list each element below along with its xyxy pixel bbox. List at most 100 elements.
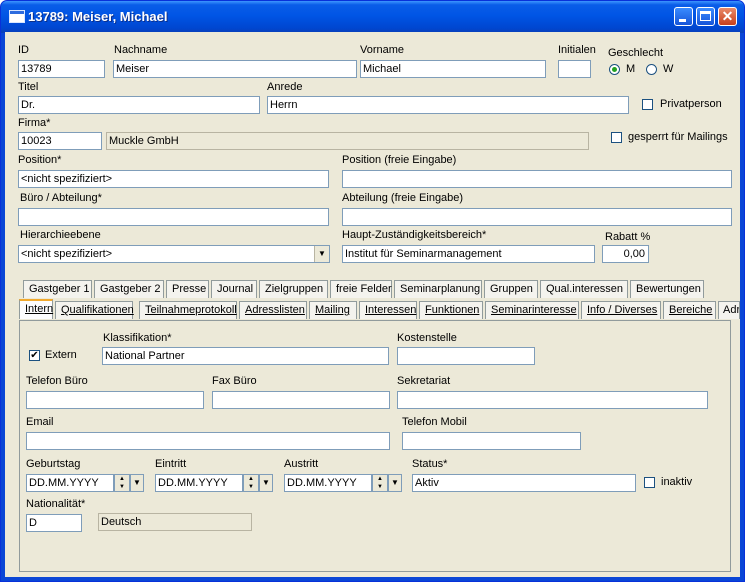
buero-label: Büro / Abteilung* (20, 192, 102, 204)
eintritt-field[interactable]: DD.MM.YYYY (155, 474, 243, 492)
tab-qualifikationen[interactable]: Qualifikationen (55, 301, 134, 319)
geburtstag-field[interactable]: DD.MM.YYYY (26, 474, 114, 492)
vorname-field[interactable]: Michael (360, 60, 546, 78)
tab-zielgruppen[interactable]: Zielgruppen (259, 280, 328, 298)
tab-seminarinteresse[interactable]: Seminarinteresse (485, 301, 579, 319)
austritt-field[interactable]: DD.MM.YYYY (284, 474, 372, 492)
close-icon: ✕ (721, 8, 734, 24)
telefon-buero-field[interactable] (26, 391, 204, 409)
vorname-label: Vorname (360, 44, 405, 56)
email-field[interactable] (26, 432, 390, 450)
spin-up-icon[interactable]: ▲ (373, 475, 387, 483)
eintritt-label: Eintritt (155, 458, 187, 470)
klassifikation-label: Klassifikation* (103, 332, 172, 344)
tab-bewertungen[interactable]: Bewertungen (630, 280, 704, 298)
tab-qual-interessen[interactable]: Qual.interessen (540, 280, 628, 298)
tab-teilnahmeprotokoll[interactable]: Teilnahmeprotokoll (139, 301, 237, 319)
spin-up-icon[interactable]: ▲ (115, 475, 129, 483)
email-label: Email (26, 416, 54, 428)
window-title: 13789: Meiser, Michael (28, 9, 168, 24)
maximize-button[interactable] (696, 7, 715, 26)
tab-gastgeber-1[interactable]: Gastgeber 1 (23, 280, 92, 298)
chevron-down-icon[interactable]: ▼ (130, 474, 144, 492)
nachname-field[interactable]: Meiser (113, 60, 357, 78)
nationalitaet-label: Nationalität* (26, 498, 86, 510)
status-field[interactable]: Aktiv (412, 474, 636, 492)
geschlecht-w-radio[interactable] (646, 64, 657, 75)
geschlecht-m-radio[interactable] (609, 64, 620, 75)
nationalitaet-code-field[interactable]: D (26, 514, 82, 532)
tab-adresslisten[interactable]: Adresslisten (239, 301, 307, 319)
kostenstelle-field[interactable] (397, 347, 535, 365)
klassifikation-field[interactable]: National Partner (102, 347, 389, 365)
id-label: ID (18, 44, 29, 56)
anrede-field[interactable]: Herrn (267, 96, 629, 114)
initialen-label: Initialen (558, 44, 596, 56)
maximize-icon (700, 11, 711, 21)
nationalitaet-name-field: Deutsch (98, 513, 252, 531)
eintritt-spinner[interactable]: ▲ ▼ (243, 474, 259, 492)
gesperrt-label: gesperrt für Mailings (628, 131, 728, 143)
geschlecht-w-label: W (663, 63, 674, 75)
nachname-label: Nachname (114, 44, 168, 56)
tab-presse[interactable]: Presse (166, 280, 209, 298)
buero-field[interactable] (18, 208, 329, 226)
tab-panel-intern: ✔ Extern Klassifikation* National Partne… (19, 320, 731, 572)
position-frei-field[interactable] (342, 170, 732, 188)
tab-gruppen[interactable]: Gruppen (484, 280, 538, 298)
abteilung-frei-label: Abteilung (freie Eingabe) (342, 192, 464, 204)
geburtstag-spinner[interactable]: ▲ ▼ (114, 474, 130, 492)
chevron-down-icon[interactable]: ▼ (259, 474, 273, 492)
tab-gastgeber-2[interactable]: Gastgeber 2 (94, 280, 164, 298)
hierarchie-label: Hierarchieebene (20, 229, 101, 241)
fax-buero-field[interactable] (212, 391, 390, 409)
tab-bereiche[interactable]: Bereiche (663, 301, 716, 319)
id-field[interactable]: 13789 (18, 60, 105, 78)
spin-down-icon[interactable]: ▼ (373, 483, 387, 491)
inaktiv-checkbox[interactable] (644, 477, 655, 488)
initialen-field[interactable] (558, 60, 591, 78)
extern-label: Extern (45, 349, 77, 361)
austritt-spinner[interactable]: ▲ ▼ (372, 474, 388, 492)
tab-mailing[interactable]: Mailing (309, 301, 357, 319)
sekretariat-label: Sekretariat (397, 375, 451, 387)
telefon-mobil-field[interactable] (402, 432, 581, 450)
position-field[interactable]: <nicht spezifiziert> (18, 170, 329, 188)
position-label: Position* (18, 154, 62, 166)
tab-info-diverses[interactable]: Info / Diverses (581, 301, 661, 319)
tab-journal[interactable]: Journal (211, 280, 257, 298)
tab-interessen[interactable]: Interessen (359, 301, 417, 319)
tab-adr[interactable]: Adr (718, 301, 740, 319)
abteilung-frei-field[interactable] (342, 208, 732, 226)
window-icon (9, 10, 25, 23)
close-button[interactable]: ✕ (718, 7, 737, 26)
haupt-field[interactable]: Institut für Seminarmanagement (342, 245, 595, 263)
rabatt-field[interactable]: 0,00 (602, 245, 649, 263)
sekretariat-field[interactable] (397, 391, 708, 409)
chevron-down-icon[interactable]: ▼ (388, 474, 402, 492)
firma-id-field[interactable]: 10023 (18, 132, 102, 150)
geburtstag-label: Geburtstag (26, 458, 81, 470)
form-client-area: ID 13789 Nachname Meiser Vorname Michael… (5, 32, 740, 577)
tab-funktionen[interactable]: Funktionen (419, 301, 483, 319)
privatperson-checkbox[interactable] (642, 99, 653, 110)
gesperrt-checkbox[interactable] (611, 132, 622, 143)
hierarchie-dropdown[interactable]: <nicht spezifiziert> ▼ (18, 245, 330, 263)
spin-up-icon[interactable]: ▲ (244, 475, 258, 483)
spin-down-icon[interactable]: ▼ (244, 483, 258, 491)
geschlecht-m-label: M (626, 63, 636, 75)
spin-down-icon[interactable]: ▼ (115, 483, 129, 491)
extern-checkbox[interactable]: ✔ (29, 350, 40, 361)
austritt-label: Austritt (284, 458, 319, 470)
titel-label: Titel (18, 81, 39, 93)
titel-field[interactable]: Dr. (18, 96, 260, 114)
tab-intern[interactable]: Intern (19, 299, 53, 319)
minimize-button[interactable] (674, 7, 693, 26)
position-frei-label: Position (freie Eingabe) (342, 154, 457, 166)
fax-buero-label: Fax Büro (212, 375, 257, 387)
tab-seminarplanung[interactable]: Seminarplanung (394, 280, 482, 298)
firma-label: Firma* (18, 117, 51, 129)
title-bar[interactable]: 13789: Meiser, Michael ✕ (1, 1, 744, 33)
chevron-down-icon[interactable]: ▼ (314, 246, 329, 262)
tab-freie-felder[interactable]: freie Felder (330, 280, 392, 298)
